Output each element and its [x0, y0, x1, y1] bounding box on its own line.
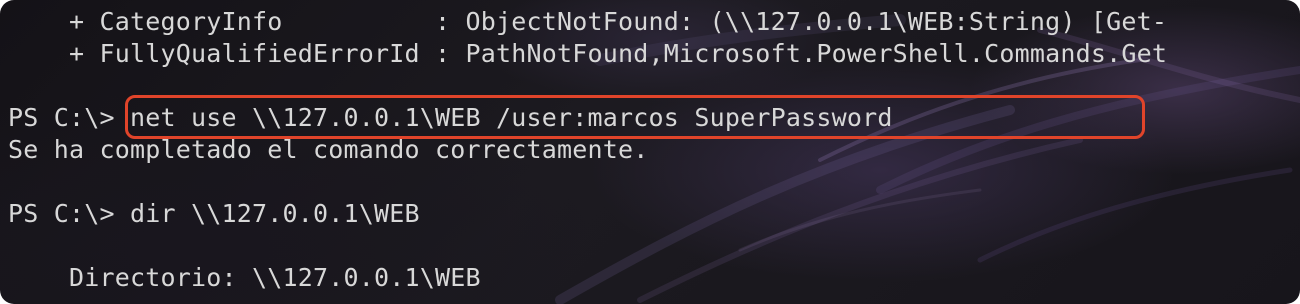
terminal-window[interactable]: + CategoryInfo : ObjectNotFound: (\\127.… [0, 0, 1300, 304]
wallpaper-streak [637, 137, 1083, 303]
wallpaper-streak [738, 188, 982, 252]
directory-header-output: Directorio: \\127.0.0.1\WEB [8, 263, 481, 292]
prompt: PS C:\> [8, 103, 115, 132]
wallpaper-streak [977, 167, 1293, 263]
error-qualified-id-line: + FullyQualifiedErrorId : PathNotFound,M… [8, 39, 1168, 68]
prompt: PS C:\> [8, 199, 115, 228]
dir-command-line: PS C:\> dir \\127.0.0.1\WEB [8, 198, 420, 230]
command-highlight-box [125, 95, 1145, 139]
command-text: dir \\127.0.0.1\WEB [114, 199, 420, 228]
error-category-info-line: + CategoryInfo : ObjectNotFound: (\\127.… [8, 7, 1168, 36]
